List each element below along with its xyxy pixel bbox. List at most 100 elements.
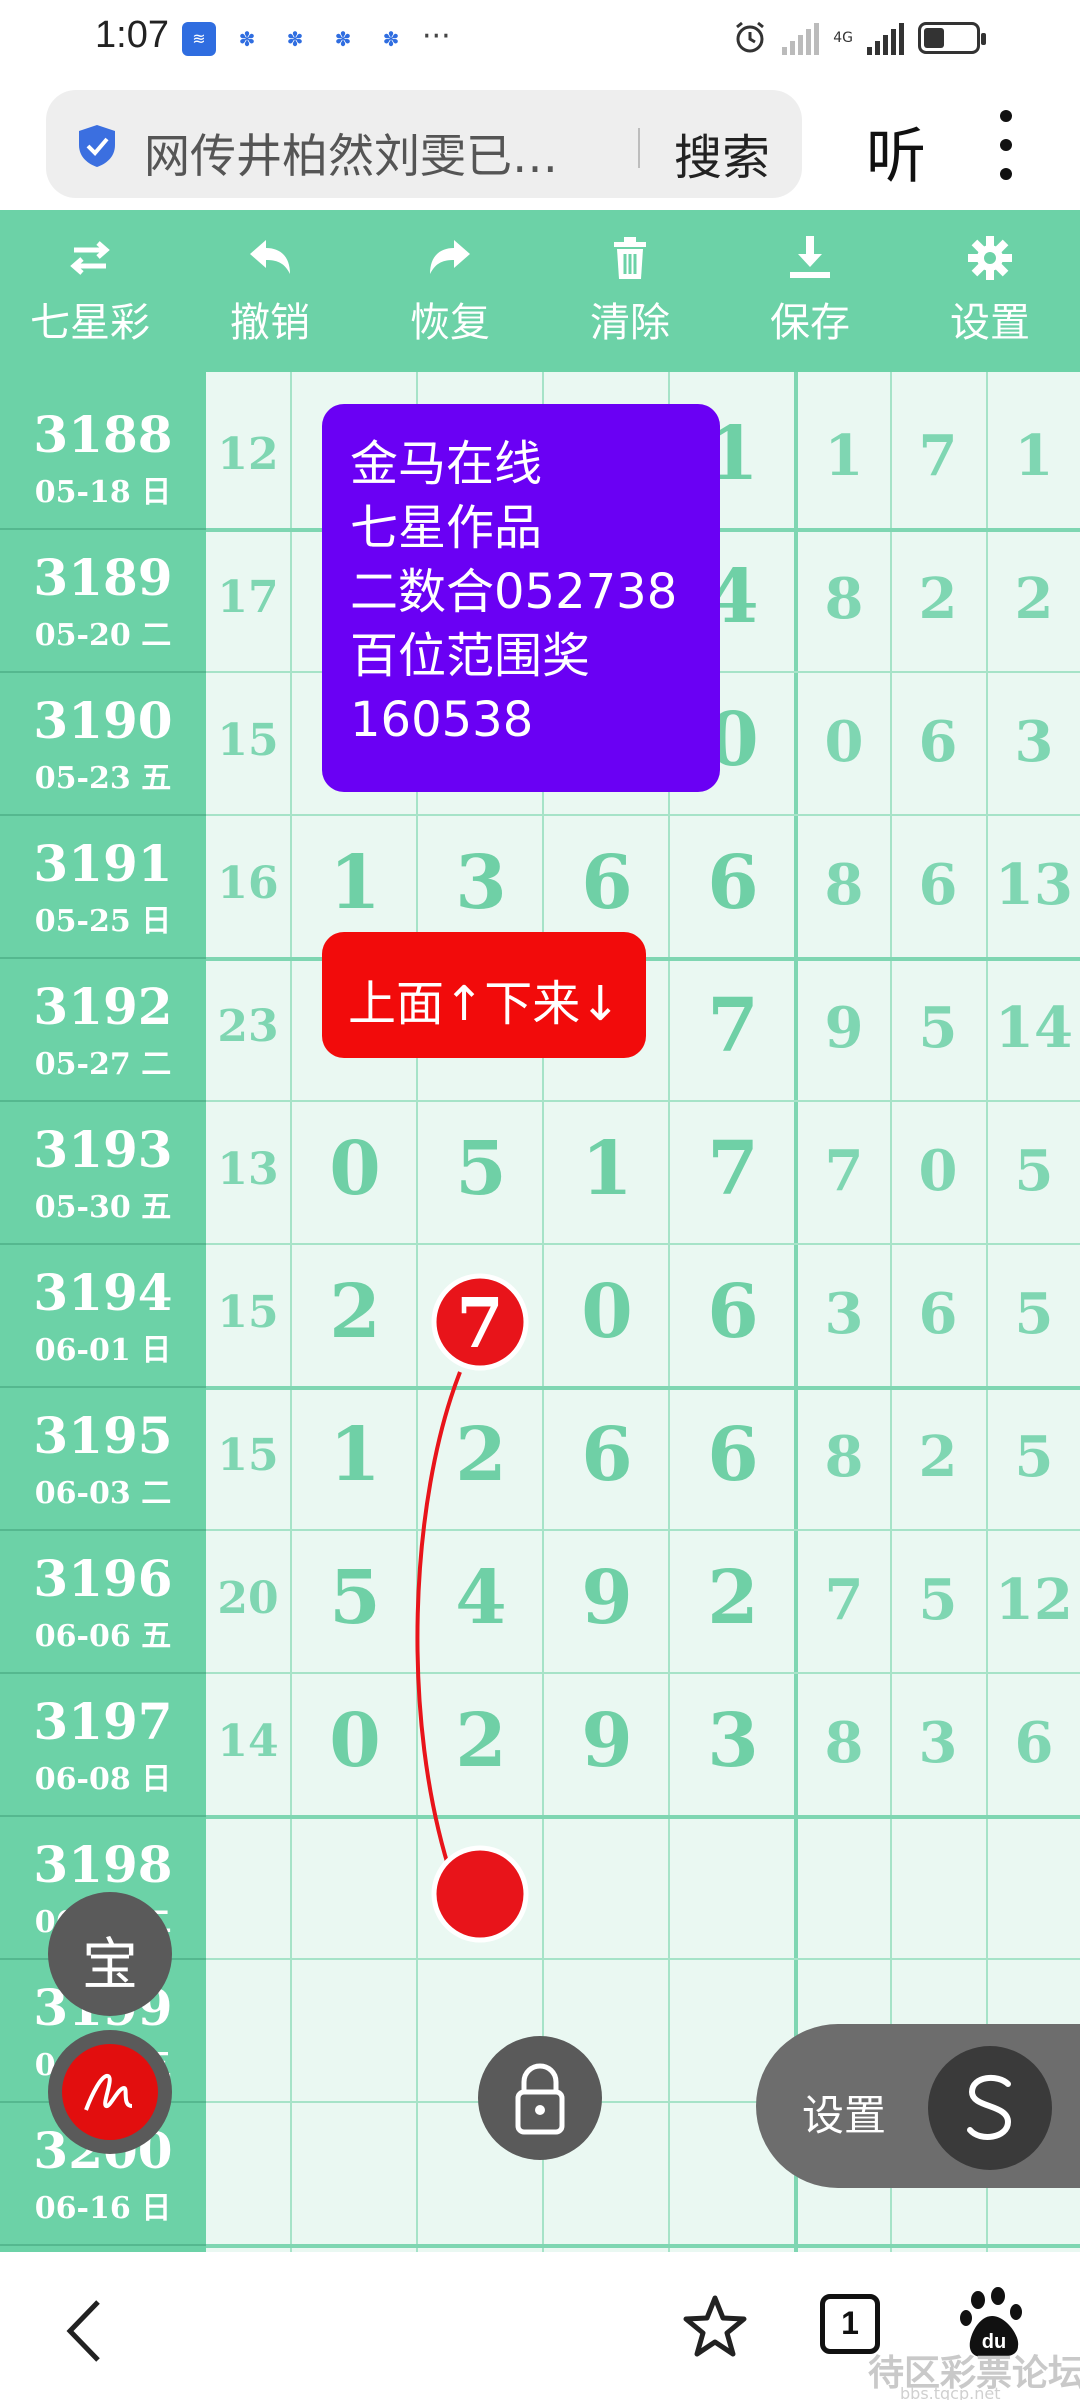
extra-digit-cell[interactable]: 6 xyxy=(986,1710,1080,1776)
status-bar: 1:07 ≋ ✽ ✽ ✽ ✽ ··· 4G xyxy=(0,0,1080,80)
extra-digit-cell[interactable]: 1 xyxy=(796,423,892,489)
issue-cell: 3193 05-30 五 xyxy=(0,1102,206,1245)
direction-tag[interactable]: 上面↑下来↓ xyxy=(322,932,646,1058)
annotation-line: 二数合052738 xyxy=(350,564,678,620)
extra-digit-cell[interactable]: 3 xyxy=(796,1281,892,1347)
digit-cell[interactable]: 2 xyxy=(292,1269,418,1355)
extra-digit-cell[interactable]: 8 xyxy=(796,852,892,918)
bao-button[interactable]: 宝 xyxy=(48,1892,172,2016)
digit-cell[interactable]: 0 xyxy=(292,1126,418,1212)
digit-cell[interactable]: 6 xyxy=(670,840,796,926)
sum-cell[interactable]: 15 xyxy=(206,715,290,766)
annotation-card[interactable]: 金马在线 七星作品 二数合052738 百位范围奖 160538 xyxy=(322,404,720,792)
extra-digit-cell[interactable]: 5 xyxy=(890,1567,986,1633)
extra-digit-cell[interactable]: 5 xyxy=(986,1281,1080,1347)
extra-digit-cell[interactable]: 13 xyxy=(986,852,1080,918)
digit-cell[interactable]: 2 xyxy=(670,1555,796,1641)
extra-digit-cell[interactable]: 2 xyxy=(986,566,1080,632)
pen-button[interactable] xyxy=(48,2030,172,2154)
extra-digit-cell[interactable]: 3 xyxy=(890,1710,986,1776)
listen-button[interactable]: 听 xyxy=(866,108,926,195)
digit-cell[interactable]: 1 xyxy=(292,840,418,926)
grid-row-line xyxy=(206,1243,1080,1245)
lock-button[interactable] xyxy=(478,2036,602,2160)
clear-button[interactable]: 清除 xyxy=(540,210,720,372)
network-type: 4G xyxy=(833,30,853,46)
extra-digit-cell[interactable]: 8 xyxy=(796,1424,892,1490)
extra-digit-cell[interactable]: 7 xyxy=(796,1138,892,1204)
extra-digit-cell[interactable]: 6 xyxy=(890,709,986,775)
digit-cell[interactable]: 5 xyxy=(418,1126,544,1212)
sum-cell[interactable]: 13 xyxy=(206,1144,290,1195)
extra-digit-cell[interactable]: 6 xyxy=(890,1281,986,1347)
digit-cell[interactable]: 2 xyxy=(418,1698,544,1784)
search-button[interactable]: 搜索 xyxy=(674,118,770,188)
issue-date: 05-20 二 xyxy=(34,618,172,653)
digit-cell[interactable]: 6 xyxy=(670,1269,796,1355)
s-curve-icon[interactable] xyxy=(928,2046,1052,2170)
more-menu-icon[interactable] xyxy=(996,110,1016,180)
digit-cell[interactable]: 9 xyxy=(544,1555,670,1641)
sum-cell[interactable]: 23 xyxy=(206,1001,290,1052)
issue-number: 3192 xyxy=(33,977,173,1036)
floating-settings-panel[interactable]: 设置 xyxy=(756,2024,1080,2188)
sum-cell[interactable]: 20 xyxy=(206,1573,290,1624)
digit-cell[interactable]: 9 xyxy=(544,1698,670,1784)
star-icon[interactable] xyxy=(680,2292,750,2362)
extra-digit-cell[interactable]: 8 xyxy=(796,566,892,632)
grid-row-line xyxy=(206,1815,1080,1819)
save-button[interactable]: 保存 xyxy=(720,210,900,372)
extra-digit-cell[interactable]: 12 xyxy=(986,1567,1080,1633)
issue-number: 3194 xyxy=(33,1263,173,1322)
extra-digit-cell[interactable]: 8 xyxy=(796,1710,892,1776)
sum-cell[interactable]: 14 xyxy=(206,1716,290,1767)
digit-cell[interactable]: 6 xyxy=(544,1412,670,1498)
extra-digit-cell[interactable]: 1 xyxy=(986,423,1080,489)
digit-cell[interactable]: 1 xyxy=(292,1412,418,1498)
settings-button[interactable]: 设置 xyxy=(900,210,1080,372)
extra-digit-cell[interactable]: 9 xyxy=(796,995,892,1061)
download-icon xyxy=(790,236,830,278)
extra-digit-cell[interactable]: 7 xyxy=(796,1567,892,1633)
digit-cell[interactable]: 7 xyxy=(670,983,796,1069)
issue-number: 3197 xyxy=(33,1692,173,1751)
sum-cell[interactable]: 16 xyxy=(206,858,290,909)
digit-cell[interactable]: 1 xyxy=(544,1126,670,1212)
sum-cell[interactable]: 15 xyxy=(206,1430,290,1481)
back-icon[interactable] xyxy=(60,2296,110,2366)
undo-button[interactable]: 撤销 xyxy=(180,210,360,372)
extra-digit-cell[interactable]: 2 xyxy=(890,566,986,632)
digit-cell[interactable]: 3 xyxy=(670,1698,796,1784)
digit-cell[interactable]: 6 xyxy=(544,840,670,926)
redo-button[interactable]: 恢复 xyxy=(360,210,540,372)
lottery-switch-button[interactable]: 七星彩 xyxy=(0,210,180,372)
digit-cell[interactable]: 0 xyxy=(292,1698,418,1784)
sum-cell[interactable]: 17 xyxy=(206,572,290,623)
grid-row-line xyxy=(206,1529,1080,1531)
extra-digit-cell[interactable]: 5 xyxy=(986,1138,1080,1204)
address-bar[interactable]: 网传井柏然刘雯已… 搜索 xyxy=(46,90,802,198)
digit-cell[interactable]: 7 xyxy=(670,1126,796,1212)
tool-label: 清除 xyxy=(590,300,670,346)
extra-digit-cell[interactable]: 0 xyxy=(890,1138,986,1204)
digit-cell[interactable]: 2 xyxy=(418,1412,544,1498)
digit-cell[interactable]: 3 xyxy=(418,840,544,926)
issue-cell: 3191 05-25 日 xyxy=(0,816,206,959)
extra-digit-cell[interactable]: 0 xyxy=(796,709,892,775)
extra-digit-cell[interactable]: 2 xyxy=(890,1424,986,1490)
sum-cell[interactable]: 15 xyxy=(206,1287,290,1338)
extra-digit-cell[interactable]: 5 xyxy=(890,995,986,1061)
extra-digit-cell[interactable]: 5 xyxy=(986,1424,1080,1490)
sum-cell[interactable]: 12 xyxy=(206,429,290,480)
digit-cell[interactable]: 4 xyxy=(418,1555,544,1641)
issue-cell: 3192 05-27 二 xyxy=(0,959,206,1102)
address-query[interactable]: 网传井柏然刘雯已… xyxy=(144,120,614,186)
alarm-icon xyxy=(736,21,765,53)
extra-digit-cell[interactable]: 14 xyxy=(986,995,1080,1061)
extra-digit-cell[interactable]: 6 xyxy=(890,852,986,918)
digit-cell[interactable]: 6 xyxy=(670,1412,796,1498)
digit-cell[interactable]: 5 xyxy=(292,1555,418,1641)
extra-digit-cell[interactable]: 7 xyxy=(890,423,986,489)
digit-cell[interactable]: 0 xyxy=(544,1269,670,1355)
extra-digit-cell[interactable]: 3 xyxy=(986,709,1080,775)
